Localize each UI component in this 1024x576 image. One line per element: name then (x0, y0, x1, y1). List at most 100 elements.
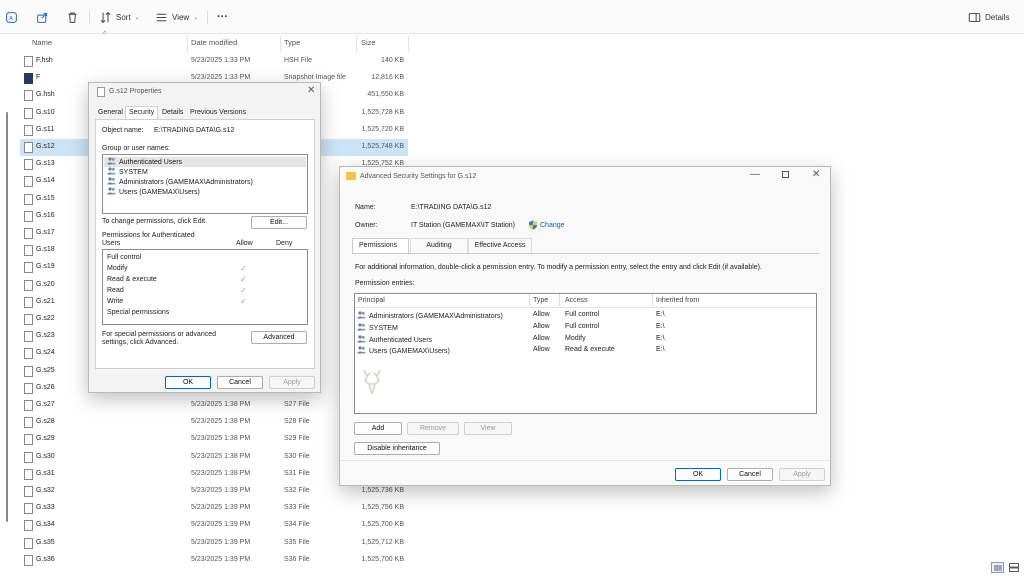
column-divider[interactable] (187, 36, 188, 52)
view-button[interactable]: View (464, 422, 512, 435)
maximize-icon[interactable] (782, 171, 789, 178)
file-row[interactable]: G.s33 5/23/2025 1:39 PM S33 File 1,525,756 … (20, 500, 408, 517)
file-name: G.s28 (36, 418, 55, 426)
file-type: S34 File (284, 521, 310, 529)
tab-permissions[interactable]: Permissions (352, 238, 409, 253)
permission-entries-table[interactable]: Principal Type Access Inherited from Adm… (354, 293, 817, 414)
group-item[interactable]: Users (GAMEMAX\Users) (104, 187, 306, 197)
header-principal[interactable]: Principal (358, 297, 385, 304)
file-icon (97, 87, 105, 97)
file-name: G.s19 (36, 263, 55, 271)
group-item[interactable]: SYSTEM (104, 167, 306, 177)
share-button[interactable] (36, 9, 49, 25)
minimize-icon[interactable]: — (750, 169, 760, 180)
file-name: G.s23 (36, 332, 55, 340)
column-divider[interactable] (529, 294, 530, 306)
add-button[interactable]: Add (354, 422, 402, 435)
permissions-list: Full control Modify ✓ Read & execute ✓ Read ✓ W… (102, 249, 308, 325)
object-name-label: Object name: (102, 127, 144, 134)
apply-button[interactable]: Apply (779, 468, 825, 481)
tiles-view-toggle[interactable] (1008, 562, 1020, 573)
file-icon (24, 228, 33, 239)
advanced-button[interactable]: Advanced (251, 331, 307, 344)
entry-type: Allow (533, 334, 550, 342)
entry-inherited: E:\ (656, 346, 665, 354)
column-divider[interactable] (280, 36, 281, 52)
details-pane-button[interactable]: Details (968, 9, 1009, 25)
remove-button[interactable]: Remove (407, 422, 459, 435)
chevron-down-icon: ⌄ (134, 14, 140, 21)
column-header-name[interactable]: Name (32, 38, 52, 47)
column-header-date[interactable]: Date modified (191, 38, 237, 47)
change-permissions-text: To change permissions, click Edit. (102, 218, 208, 225)
file-icon (24, 142, 33, 153)
header-type[interactable]: Type (533, 297, 548, 304)
ok-button[interactable]: OK (165, 376, 211, 389)
file-name: G.hsh (36, 91, 55, 99)
close-icon[interactable]: ✕ (307, 85, 315, 96)
file-name: G.s12 (36, 143, 55, 150)
header-access[interactable]: Access (565, 297, 588, 304)
file-row[interactable]: G.s36 5/23/2025 1:39 PM S36 File 1,525,700 … (20, 552, 408, 569)
group-name: Authenticated Users (119, 159, 183, 166)
cancel-button[interactable]: Cancel (727, 468, 773, 481)
folder-icon (346, 172, 356, 180)
file-icon (24, 314, 33, 325)
ok-button[interactable]: OK (675, 468, 721, 481)
column-header-type[interactable]: Type (284, 38, 300, 47)
file-name: G.s34 (36, 521, 55, 529)
permission-name: Full control (107, 254, 142, 261)
ai-rename-button[interactable]: A (5, 9, 18, 25)
column-divider[interactable] (652, 294, 653, 306)
tab-effective-access[interactable]: Effective Access (468, 238, 532, 253)
tab-details[interactable]: Details (162, 109, 183, 116)
entry-inherited: E:\ (656, 311, 665, 318)
permission-name: Modify (107, 265, 128, 272)
file-date: 5/23/2025 1:33 PM (191, 57, 251, 64)
users-icon (357, 311, 366, 319)
delete-button[interactable] (66, 9, 79, 25)
tab-security[interactable]: Security (125, 106, 159, 119)
ai-icon: A (6, 11, 17, 23)
apply-button[interactable]: Apply (269, 376, 315, 389)
group-name: SYSTEM (119, 169, 148, 176)
disable-inheritance-button[interactable]: Disable inheritance (354, 442, 440, 455)
view-button[interactable]: View ⌄ (155, 9, 198, 25)
entry-type: Allow (533, 322, 550, 330)
tab-previous-versions[interactable]: Previous Versions (190, 109, 246, 116)
header-inherited[interactable]: Inherited from (656, 297, 699, 304)
file-name: G.s33 (36, 504, 55, 512)
close-icon[interactable]: ✕ (812, 169, 820, 180)
file-row[interactable]: F.hsh 5/23/2025 1:33 PM HSH File 140 KB (20, 53, 408, 70)
more-options-button[interactable]: ··· (217, 9, 228, 25)
column-header-size[interactable]: Size (361, 38, 376, 47)
file-date: 5/23/2025 1:39 PM (191, 487, 251, 494)
tab-general[interactable]: General (98, 109, 123, 116)
column-divider[interactable] (559, 294, 560, 306)
tiles-view-icon (1009, 563, 1019, 572)
group-item[interactable]: Administrators (GAMEMAX\Administrators) (104, 177, 306, 187)
tab-auditing[interactable]: Auditing (410, 238, 468, 253)
file-icon (24, 262, 33, 274)
object-name-value: E:\TRADING DATA\G.s12 (154, 127, 235, 134)
group-item[interactable]: Authenticated Users (104, 157, 306, 167)
deer-icon (363, 369, 381, 395)
column-divider[interactable] (408, 36, 409, 52)
sort-button[interactable]: Sort ⌄ (99, 9, 140, 25)
entry-type: Allow (533, 346, 550, 354)
file-icon (24, 554, 33, 566)
file-name: G.s11 (36, 125, 55, 133)
group-list[interactable]: Authenticated Users SYSTEM Administrators … (102, 154, 308, 214)
file-row[interactable]: G.s35 5/23/2025 1:39 PM S35 File 1,525,712 … (20, 535, 408, 552)
file-row[interactable]: G.s34 5/23/2025 1:39 PM S34 File 1,525,700 … (20, 517, 408, 534)
nav-pane-scrollbar[interactable] (6, 112, 8, 522)
cancel-button[interactable]: Cancel (217, 376, 263, 389)
edit-button[interactable]: Edit... (251, 216, 307, 229)
column-divider[interactable] (356, 36, 357, 52)
details-pane-icon (968, 12, 981, 22)
file-size: 1,525,712 KB (361, 538, 404, 546)
file-icon (24, 486, 33, 497)
details-view-toggle[interactable] (991, 562, 1004, 573)
permission-name: Write (107, 298, 124, 305)
change-owner-link[interactable]: Change (540, 222, 565, 229)
